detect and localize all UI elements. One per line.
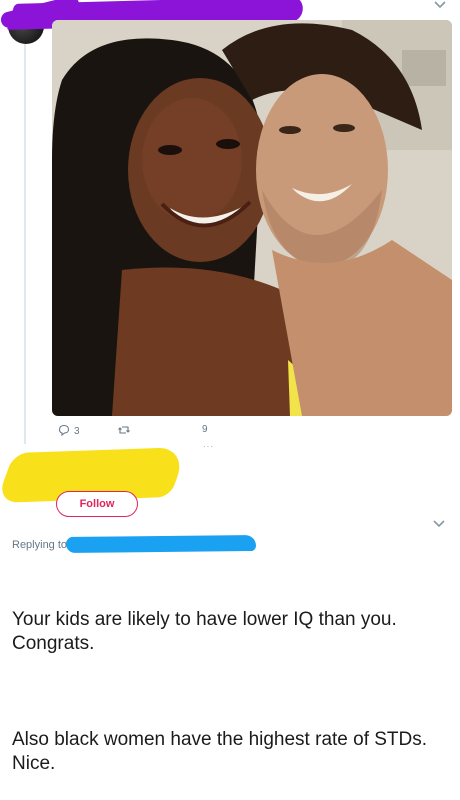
thread-line xyxy=(24,44,26,444)
retweet-action[interactable] xyxy=(118,424,134,439)
follow-button[interactable]: Follow xyxy=(56,491,138,517)
ellipsis-marker: ··· xyxy=(203,442,214,451)
like-count: 9 xyxy=(202,424,208,435)
chevron-down-icon[interactable] xyxy=(432,0,448,10)
reply-paragraph: Also black women have the highest rate o… xyxy=(12,729,433,774)
retweet-icon xyxy=(118,424,130,439)
chevron-down-icon[interactable] xyxy=(432,516,448,528)
reply-action[interactable]: 3 xyxy=(58,424,80,439)
like-action[interactable]: 9 xyxy=(202,424,208,435)
replying-to-label: Replying to xyxy=(12,539,68,551)
reply-count: 3 xyxy=(74,426,80,437)
tweet-photo[interactable] xyxy=(52,20,452,416)
reply-body: Your kids are likely to have lower IQ th… xyxy=(12,560,452,800)
redaction-mark-blue xyxy=(65,535,257,553)
reply-paragraph: Your kids are likely to have lower IQ th… xyxy=(12,609,403,654)
reply-icon xyxy=(58,424,70,439)
